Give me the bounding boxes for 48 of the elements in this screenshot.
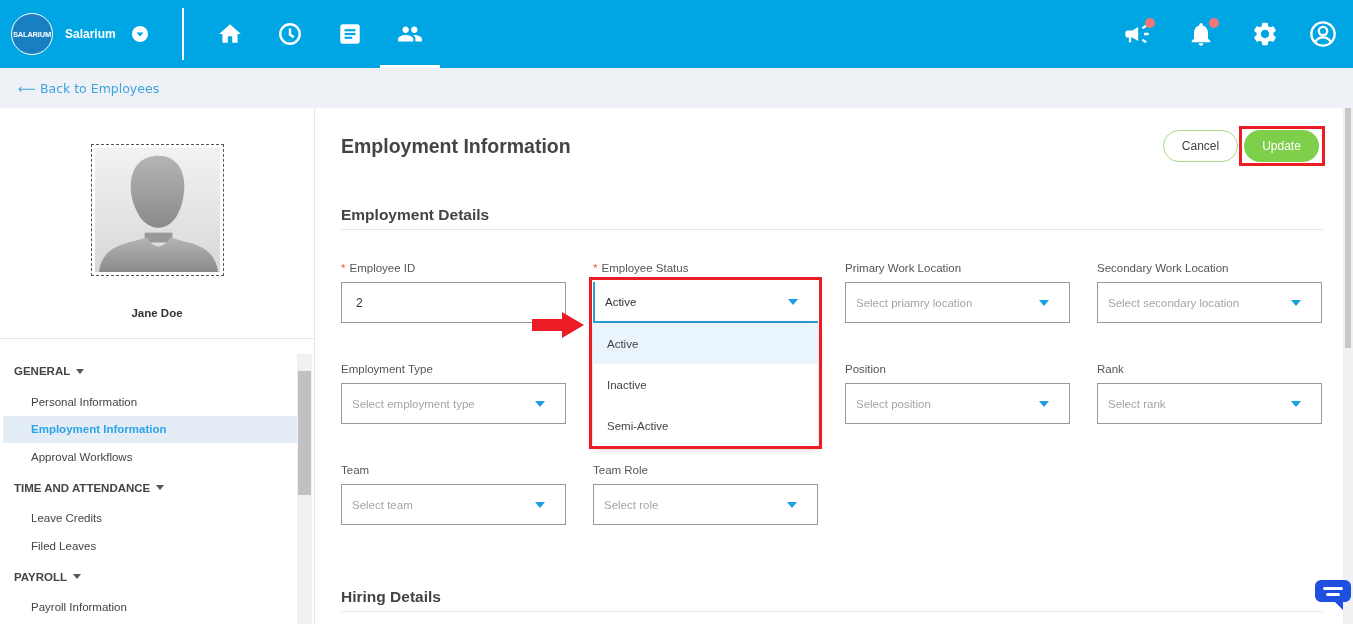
field-label: Employee Status [601,262,689,274]
document-icon [337,21,363,47]
settings-icon [1251,20,1279,48]
dropdown-option[interactable]: Semi-Active [593,405,818,446]
field-label: Rank [1097,363,1124,375]
required-mark: * [593,262,598,274]
dropdown-icon[interactable] [131,26,148,42]
field-label: Employee ID [349,262,416,274]
user-icon [1309,20,1337,48]
dropdown-option[interactable]: Inactive [593,364,818,405]
menu-group-header[interactable]: TIME AND ATTENDANCE [3,470,297,505]
menu-group-header[interactable]: PAYROLL [3,559,297,594]
caret-icon [73,574,82,579]
field-label: Primary Work Location [845,262,962,274]
page-title: Employment Information [341,134,571,158]
page-scrollbar[interactable] [1343,108,1353,624]
field-label: Position [845,363,886,375]
scrollbar[interactable] [297,354,312,624]
dropdown-field[interactable]: Active [593,282,818,323]
menu-item[interactable]: Leave Credits [3,504,297,532]
field-label: Employment Type [341,363,433,375]
field-label: Team Role [593,464,648,476]
caret-icon [788,298,798,305]
menu-item[interactable]: Filed Leaves [3,532,297,560]
menu-group-header[interactable]: GENERAL [3,354,297,388]
caret-icon [1291,299,1301,306]
clock-icon [277,21,303,47]
caret-icon [76,368,85,374]
field-label: Secondary Work Location [1097,262,1229,274]
caret-icon [156,485,165,490]
input-field[interactable]: 2 [341,282,566,323]
caret-icon [1291,400,1301,407]
dropdown-option[interactable]: Active [593,323,818,364]
caret-icon [1039,299,1049,306]
cancel-button[interactable]: Cancel [1163,130,1238,162]
menu-item[interactable]: Personal Information [3,388,297,416]
menu-item[interactable]: Payroll Information [3,593,297,621]
section-title: Employment Details [341,206,491,225]
menu-item[interactable]: Approval Workflows [3,443,297,471]
section-title: Hiring Details [341,588,442,607]
employee-name: Jane Doe [131,307,183,319]
caret-icon [1039,400,1049,407]
caret-icon [787,501,797,508]
caret-icon [535,400,545,407]
field-label: Team [341,464,370,476]
required-mark: * [341,262,346,274]
caret-icon [535,501,545,508]
arrow-icon [532,312,584,338]
